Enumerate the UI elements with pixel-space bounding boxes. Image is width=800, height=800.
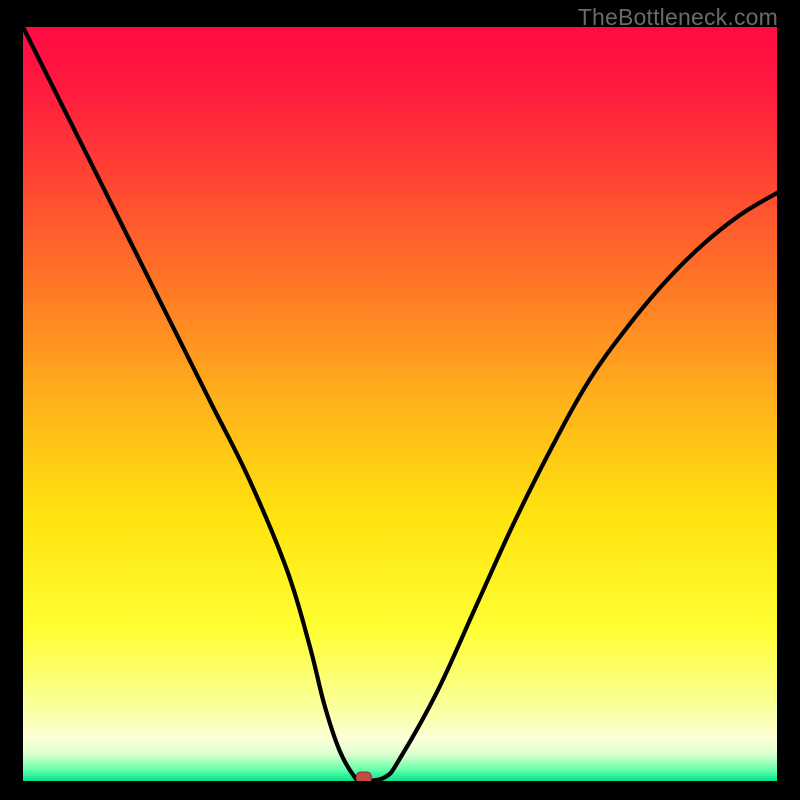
optimal-marker [356,772,371,781]
chart-background [23,27,777,781]
bottleneck-chart [23,27,777,781]
chart-frame [23,27,777,781]
